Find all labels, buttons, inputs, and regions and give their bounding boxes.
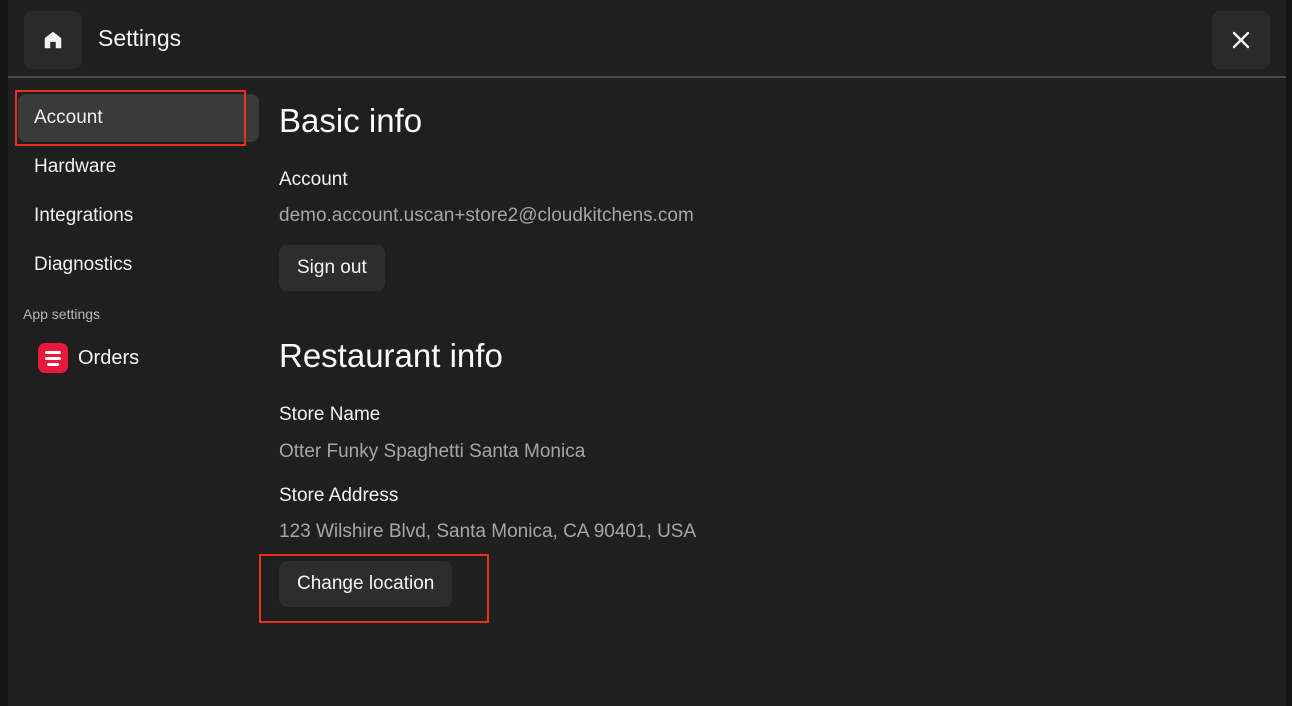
sidebar-item-orders[interactable]: Orders <box>38 342 139 374</box>
sidebar-item-account[interactable]: Account <box>18 94 259 142</box>
sign-out-button[interactable]: Sign out <box>279 245 385 291</box>
sidebar-item-label: Orders <box>78 346 140 369</box>
change-location-button[interactable]: Change location <box>279 561 453 607</box>
close-button[interactable] <box>1212 11 1270 69</box>
account-label: Account <box>279 169 348 190</box>
restaurant-info-heading: Restaurant info <box>279 337 503 374</box>
orders-app-icon <box>38 343 68 373</box>
header-bar: Settings <box>8 0 1286 78</box>
settings-window: Settings Account Hardware Integrations D… <box>8 0 1286 706</box>
store-address-value: 123 Wilshire Blvd, Santa Monica, CA 9040… <box>279 521 697 542</box>
sidebar: Account Hardware Integrations Diagnostic… <box>8 78 268 706</box>
store-name-value: Otter Funky Spaghetti Santa Monica <box>279 441 586 462</box>
sidebar-item-hardware[interactable]: Hardware <box>18 143 259 191</box>
sidebar-item-label: Diagnostics <box>34 254 133 275</box>
home-icon <box>44 31 62 49</box>
page-title: Settings <box>98 25 182 51</box>
sidebar-item-label: Integrations <box>34 205 134 226</box>
sidebar-item-label: Hardware <box>34 156 117 177</box>
basic-info-heading: Basic info <box>279 102 423 139</box>
app-settings-section-label: App settings <box>23 306 101 322</box>
store-name-label: Store Name <box>279 404 381 425</box>
close-icon <box>1232 31 1250 49</box>
sidebar-item-diagnostics[interactable]: Diagnostics <box>18 241 259 289</box>
account-email: demo.account.uscan+store2@cloudkitchens.… <box>279 205 694 226</box>
sidebar-item-label: Account <box>34 107 103 128</box>
home-button[interactable] <box>24 11 82 69</box>
store-address-label: Store Address <box>279 485 399 506</box>
sidebar-item-integrations[interactable]: Integrations <box>18 192 259 240</box>
